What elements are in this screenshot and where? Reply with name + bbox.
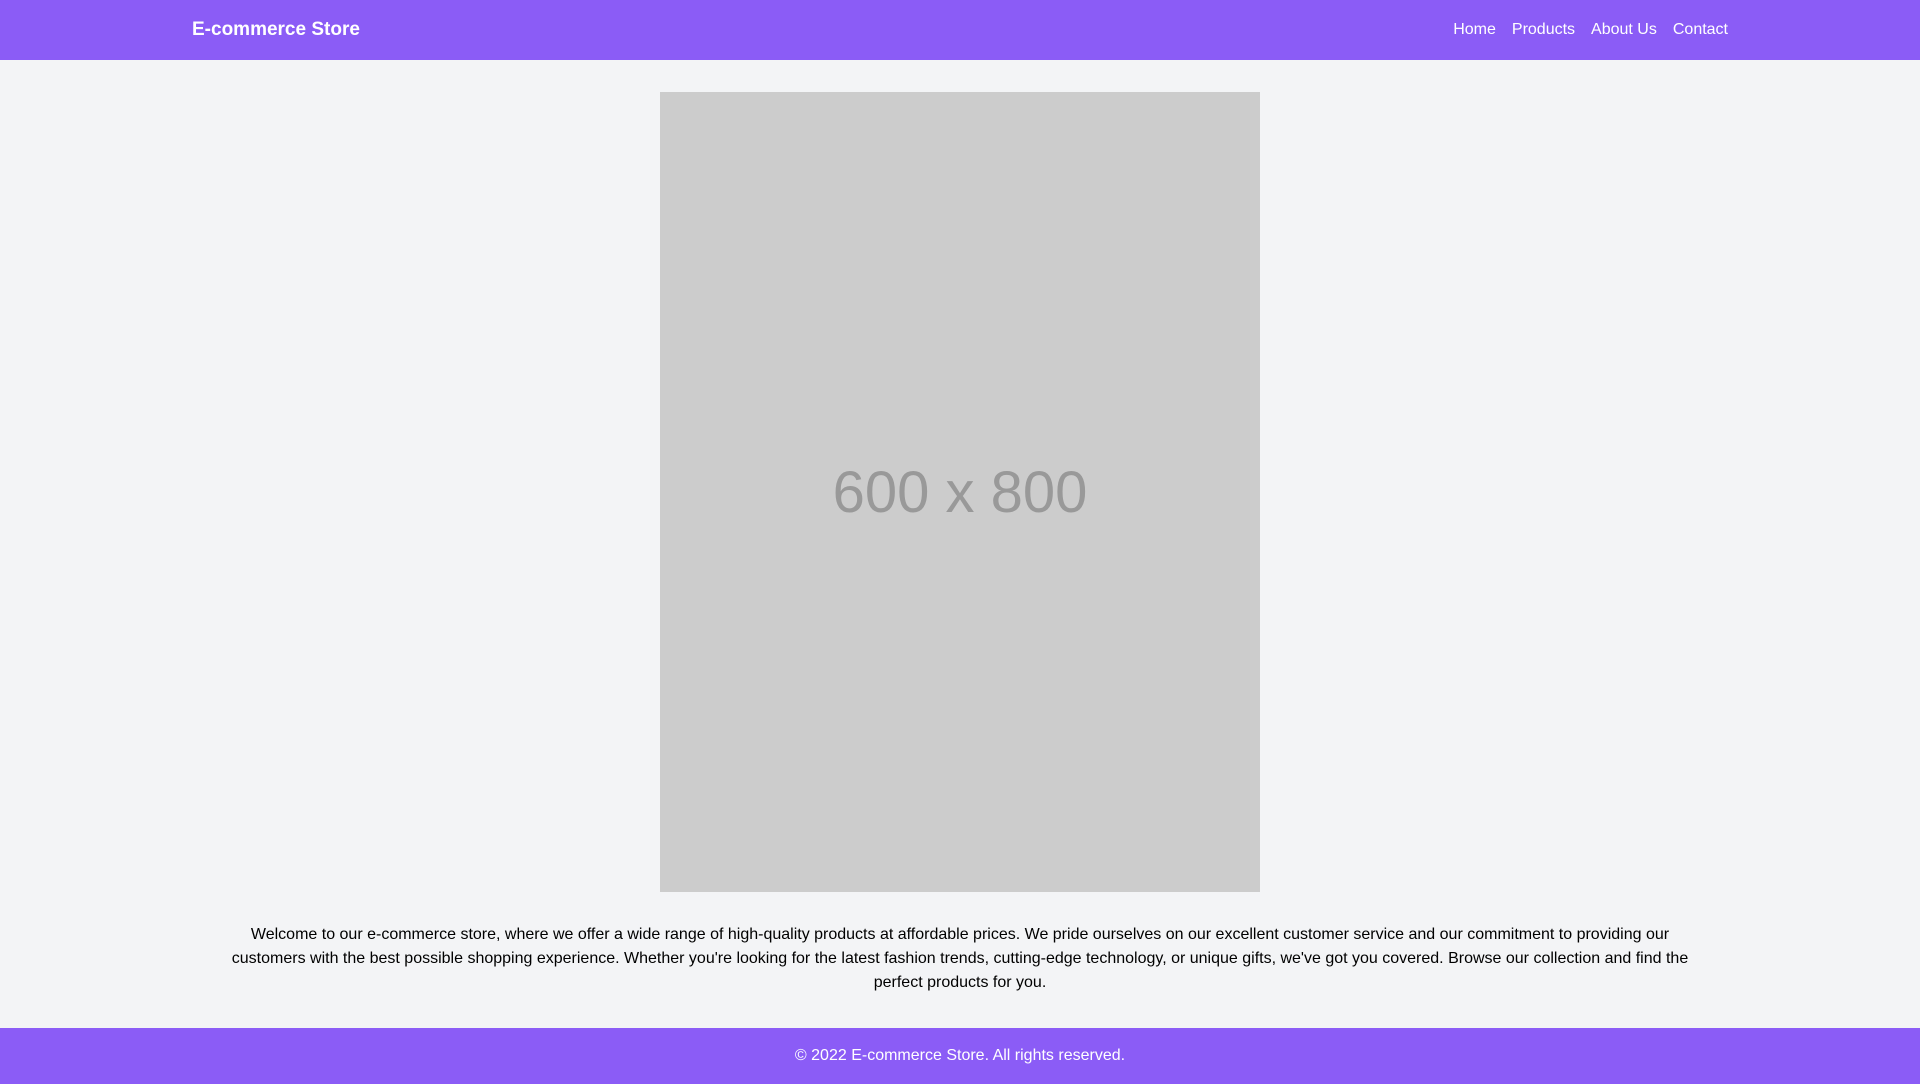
intro-paragraph: Welcome to our e-commerce store, where w… xyxy=(231,926,1689,991)
nav-link-home[interactable]: Home xyxy=(1453,21,1496,39)
nav-link-products[interactable]: Products xyxy=(1512,21,1575,39)
placeholder-dimensions-label: 600 x 800 xyxy=(832,459,1088,525)
site-footer: © 2022 E-commerce Store. All rights rese… xyxy=(0,1028,1920,1084)
main-nav: Home Products About Us Contact xyxy=(1453,0,1728,60)
site-header: E-commerce Store Home Products About Us … xyxy=(0,0,1920,60)
copyright-text: © 2022 E-commerce Store. All rights rese… xyxy=(794,1047,1126,1064)
site-logo[interactable]: E-commerce Store xyxy=(192,0,360,60)
hero-image-placeholder: 600 x 800 xyxy=(660,92,1260,892)
nav-link-contact[interactable]: Contact xyxy=(1673,21,1728,39)
nav-link-about-us[interactable]: About Us xyxy=(1591,21,1657,39)
